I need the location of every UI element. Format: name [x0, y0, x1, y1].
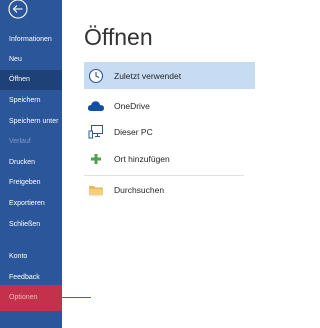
sidebar-item-verlauf: Verlauf: [9, 138, 31, 145]
location-label: Dieser PC: [114, 126, 153, 137]
folder-icon: [87, 181, 105, 199]
location-label: OneDrive: [114, 100, 150, 111]
plus-icon: [87, 150, 105, 168]
clock-icon: [87, 67, 105, 85]
computer-icon: [87, 123, 105, 141]
open-pane: Öffnen Zuletzt verwendet OneDrive Dieser…: [62, 0, 255, 328]
location-dieser-pc[interactable]: Dieser PC: [84, 118, 255, 145]
location-zuletzt-verwendet[interactable]: Zuletzt verwendet: [84, 62, 255, 89]
backstage-sidebar: Informationen Neu Öffnen Speichern Speic…: [0, 0, 62, 328]
location-label: Durchsuchen: [114, 184, 165, 195]
back-button[interactable]: [7, 0, 29, 20]
sidebar-item-konto[interactable]: Konto: [0, 247, 62, 267]
sidebar-item-speichern[interactable]: Speichern: [0, 91, 62, 111]
page-title: Öffnen: [84, 24, 153, 50]
location-label: Ort hinzufügen: [114, 153, 170, 164]
sidebar-item-freigeben[interactable]: Freigeben: [0, 173, 62, 193]
sidebar-item-schliessen[interactable]: Schließen: [0, 215, 62, 235]
sidebar-item-optionen[interactable]: Optionen: [0, 285, 62, 311]
sidebar-item-oeffnen[interactable]: Öffnen: [0, 70, 62, 90]
sidebar-item-neu[interactable]: Neu: [0, 50, 62, 70]
location-onedrive[interactable]: OneDrive: [84, 92, 255, 119]
sidebar-item-informationen[interactable]: Informationen: [0, 30, 62, 50]
location-label: Zuletzt verwendet: [114, 70, 182, 81]
sidebar-item-exportieren[interactable]: Exportieren: [0, 194, 62, 214]
location-ort-hinzufuegen[interactable]: Ort hinzufügen: [84, 145, 255, 172]
back-arrow-icon: [8, 0, 28, 19]
cloud-icon: [87, 97, 105, 115]
sidebar-item-drucken[interactable]: Drucken: [0, 153, 62, 173]
sidebar-item-speichern-unter[interactable]: Speichern unter: [0, 112, 62, 132]
location-durchsuchen[interactable]: Durchsuchen: [84, 176, 255, 203]
